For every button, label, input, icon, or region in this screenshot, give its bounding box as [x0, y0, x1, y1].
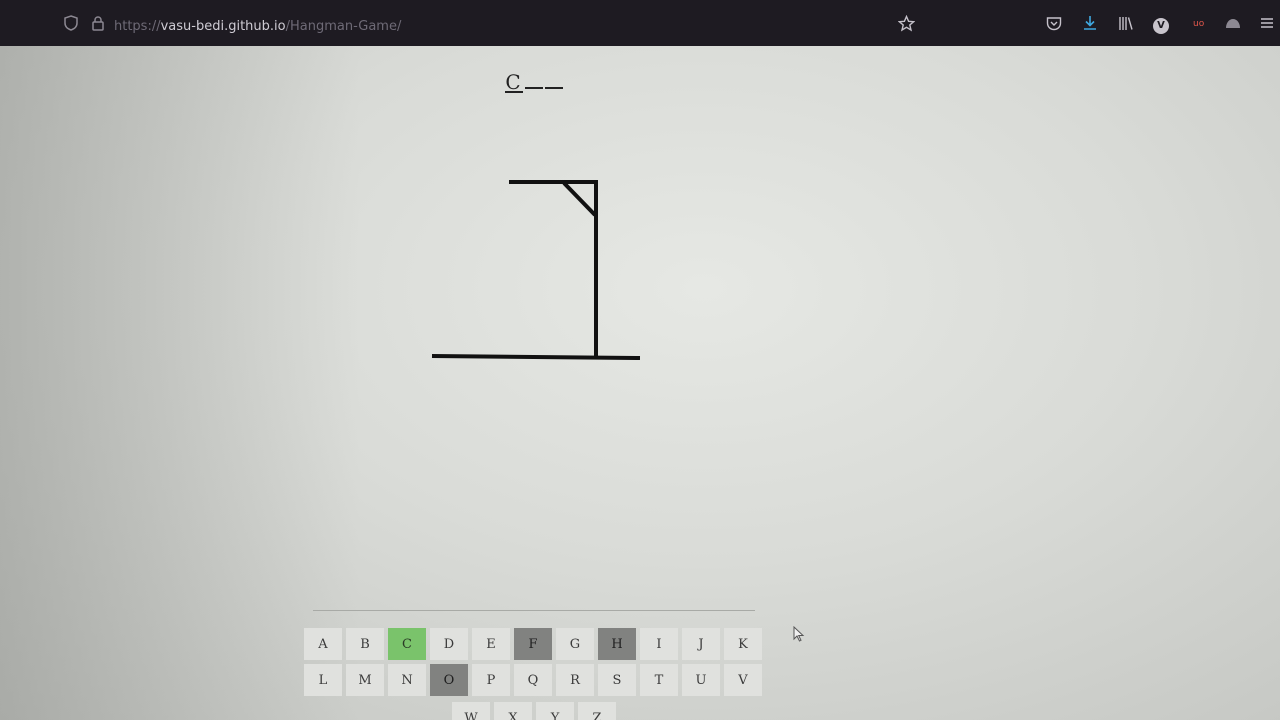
- screen: https://vasu-bedi.github.io/Hangman-Game…: [0, 0, 1280, 720]
- gallows-brace: [562, 181, 597, 217]
- key-t[interactable]: T: [640, 664, 678, 696]
- key-a[interactable]: A: [304, 628, 342, 660]
- keyboard-divider: [313, 610, 755, 611]
- key-y[interactable]: Y: [536, 702, 574, 720]
- key-e[interactable]: E: [472, 628, 510, 660]
- keyboard-row-1: ABCDEFGHIJK: [304, 628, 762, 660]
- key-d[interactable]: D: [430, 628, 468, 660]
- key-q[interactable]: Q: [514, 664, 552, 696]
- key-s[interactable]: S: [598, 664, 636, 696]
- mouse-cursor-icon: [793, 626, 805, 642]
- key-i[interactable]: I: [640, 628, 678, 660]
- key-h[interactable]: H: [598, 628, 636, 660]
- keyboard-row-2: LMNOPQRSTUV: [304, 664, 762, 696]
- keyboard-row-3: WXYZ: [452, 702, 616, 720]
- gallows-drawing: [431, 180, 641, 360]
- key-g[interactable]: G: [556, 628, 594, 660]
- key-u[interactable]: U: [682, 664, 720, 696]
- key-m[interactable]: M: [346, 664, 384, 696]
- key-x[interactable]: X: [494, 702, 532, 720]
- key-l[interactable]: L: [304, 664, 342, 696]
- key-p[interactable]: P: [472, 664, 510, 696]
- key-z[interactable]: Z: [578, 702, 616, 720]
- key-w[interactable]: W: [452, 702, 490, 720]
- key-b[interactable]: B: [346, 628, 384, 660]
- key-o[interactable]: O: [430, 664, 468, 696]
- key-j[interactable]: J: [682, 628, 720, 660]
- key-c[interactable]: C: [388, 628, 426, 660]
- key-k[interactable]: K: [724, 628, 762, 660]
- key-r[interactable]: R: [556, 664, 594, 696]
- gallows-base: [431, 354, 641, 360]
- key-n[interactable]: N: [388, 664, 426, 696]
- key-f[interactable]: F: [514, 628, 552, 660]
- key-v[interactable]: V: [724, 664, 762, 696]
